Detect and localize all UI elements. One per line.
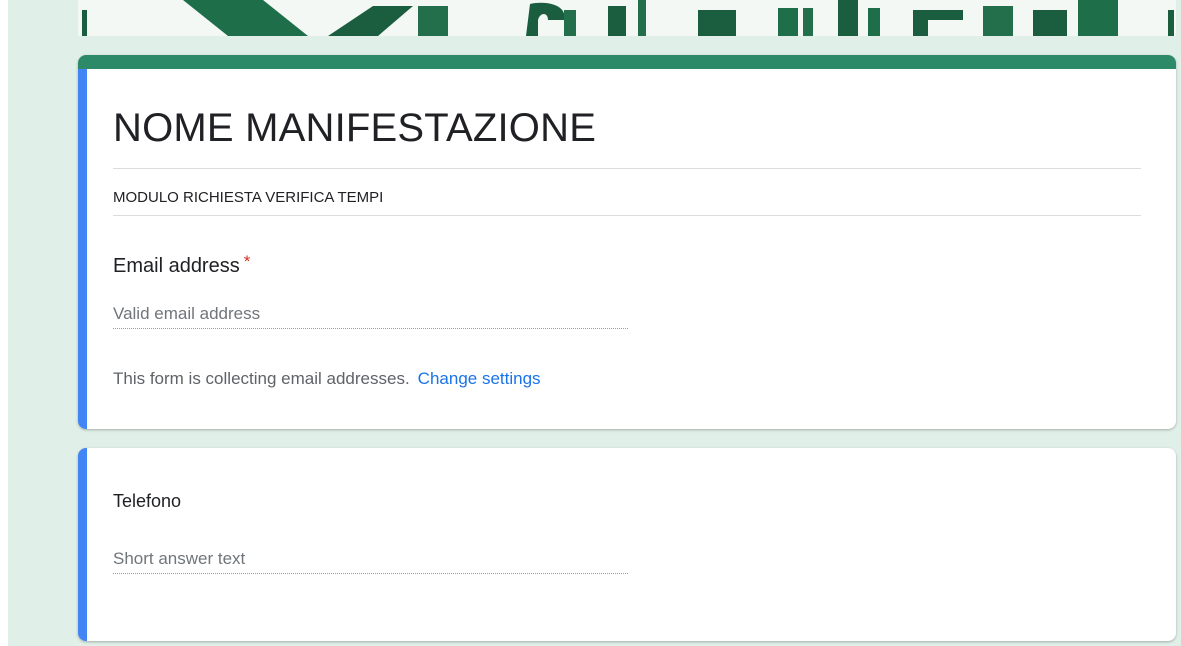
change-settings-link[interactable]: Change settings	[418, 369, 541, 388]
email-collection-note-text: This form is collecting email addresses.	[113, 369, 410, 388]
email-question-label: Email address *	[113, 252, 251, 279]
required-asterisk: *	[243, 252, 251, 271]
question-card-telefono[interactable]: Telefono Short answer text	[78, 448, 1176, 641]
theme-color-bar	[78, 55, 1176, 69]
email-answer-field: Valid email address	[113, 303, 628, 329]
email-collection-note: This form is collecting email addresses.…	[113, 369, 541, 389]
short-answer-field: Short answer text	[113, 548, 628, 574]
email-question-text: Email address	[113, 255, 240, 277]
header-image	[78, 0, 1176, 36]
question-card-indicator	[78, 448, 87, 641]
active-card-indicator	[78, 69, 87, 429]
description-underline	[113, 215, 1141, 216]
form-title[interactable]: NOME MANIFESTAZIONE	[113, 104, 596, 152]
form-header-card[interactable]: NOME MANIFESTAZIONE MODULO RICHIESTA VER…	[78, 55, 1176, 429]
title-underline	[113, 168, 1141, 169]
question-title[interactable]: Telefono	[113, 489, 181, 513]
email-placeholder: Valid email address	[113, 304, 261, 323]
header-image-graphic	[78, 0, 1176, 36]
short-answer-placeholder: Short answer text	[113, 549, 246, 568]
form-description[interactable]: MODULO RICHIESTA VERIFICA TEMPI	[113, 189, 383, 207]
